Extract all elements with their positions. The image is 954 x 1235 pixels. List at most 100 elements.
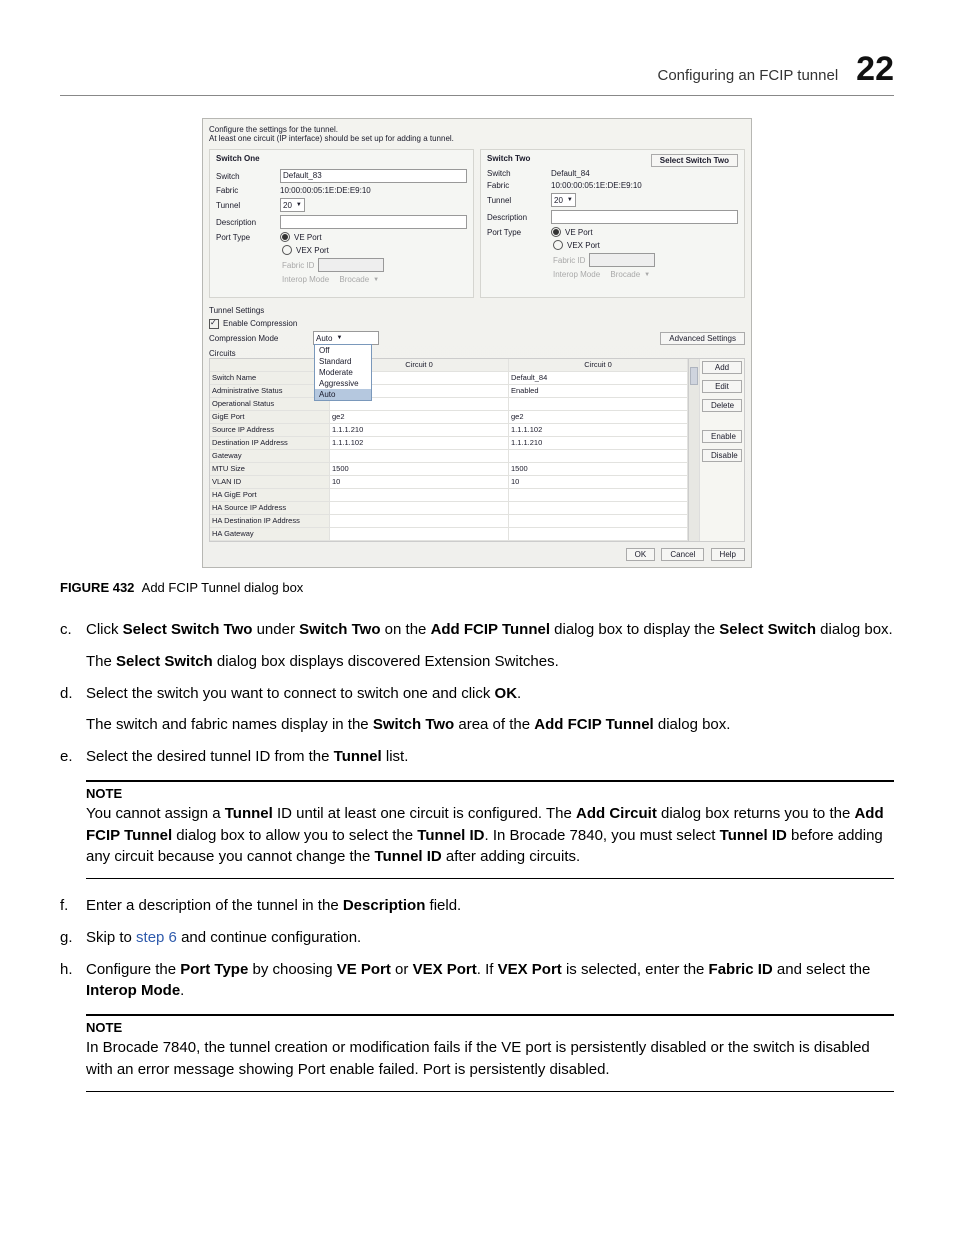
row-value — [330, 489, 509, 502]
help-button[interactable]: Help — [711, 548, 745, 561]
row-label: Destination IP Address — [210, 437, 330, 450]
row-value: 1.1.1.210 — [509, 437, 688, 450]
vex-port-radio[interactable] — [282, 245, 292, 255]
row-value — [509, 398, 688, 411]
row-value: ge2 — [330, 411, 509, 424]
row-value — [509, 489, 688, 502]
vex-port-radio-2[interactable] — [553, 240, 563, 250]
row-value — [330, 528, 509, 541]
row-label: MTU Size — [210, 463, 330, 476]
step6-link[interactable]: step 6 — [136, 929, 177, 946]
mode-option[interactable]: Off — [315, 345, 371, 356]
scrollbar-thumb[interactable] — [690, 367, 698, 385]
row-value: Enabled — [509, 385, 688, 398]
row-value: 10 — [509, 476, 688, 489]
disable-button[interactable]: Disable — [702, 449, 742, 462]
add-button[interactable]: Add — [702, 361, 742, 374]
row-value: ge2 — [509, 411, 688, 424]
switch-one-description-input[interactable] — [280, 215, 467, 229]
note-2: NOTE In Brocade 7840, the tunnel creatio… — [86, 1014, 894, 1092]
dialog-footer: OK Cancel Help — [209, 548, 745, 561]
mode-option[interactable]: Moderate — [315, 367, 371, 378]
row-value — [509, 515, 688, 528]
add-fcip-tunnel-dialog: Configure the settings for the tunnel. A… — [202, 118, 752, 568]
dialog-instructions: Configure the settings for the tunnel. A… — [209, 125, 745, 143]
table-row: Source IP Address1.1.1.2101.1.1.102 — [210, 424, 688, 437]
advanced-settings-button[interactable]: Advanced Settings — [660, 332, 745, 345]
chevron-down-icon: ▼ — [567, 197, 573, 203]
ve-port-radio[interactable] — [280, 232, 290, 242]
ve-port-radio-2[interactable] — [551, 227, 561, 237]
enable-compression-checkbox[interactable] — [209, 319, 219, 329]
step-marker: g. — [60, 927, 86, 949]
label-switch-2: Switch — [487, 169, 547, 178]
switch-two-description-input[interactable] — [551, 210, 738, 224]
row-value: Default_84 — [509, 372, 688, 385]
switch-columns: Switch One SwitchDefault_83 Fabric10:00:… — [209, 149, 745, 298]
switch-two-tunnel-select[interactable]: 20▼ — [551, 193, 576, 207]
row-label: GigE Port — [210, 411, 330, 424]
circuits-side-buttons: Add Edit Delete Enable Disable — [699, 359, 744, 541]
fabric-id-input-2 — [589, 253, 655, 267]
interop-value: Brocade — [339, 275, 369, 284]
row-label: HA Source IP Address — [210, 502, 330, 515]
chevron-down-icon: ▼ — [644, 272, 650, 278]
compression-mode-value: Auto — [316, 334, 332, 343]
fabric-id-label: Fabric ID — [282, 261, 314, 270]
row-value — [330, 515, 509, 528]
table-row: HA Destination IP Address — [210, 515, 688, 528]
select-switch-two-button[interactable]: Select Switch Two — [651, 154, 738, 167]
page-header: Configuring an FCIP tunnel 22 — [60, 50, 894, 96]
note-body: You cannot assign a Tunnel ID until at l… — [86, 803, 894, 868]
mode-option[interactable]: Auto — [315, 389, 371, 400]
step-text: Skip to step 6 and continue configuratio… — [86, 927, 894, 949]
chevron-down-icon: ▼ — [296, 202, 302, 208]
step-d-sub: The switch and fabric names display in t… — [86, 714, 894, 736]
table-row: MTU Size15001500 — [210, 463, 688, 476]
step-text: Click Select Switch Two under Switch Two… — [86, 619, 894, 641]
label-porttype-2: Port Type — [487, 228, 547, 237]
note-heading: NOTE — [86, 1020, 894, 1035]
interop-label: Interop Mode — [282, 275, 329, 284]
note-1: NOTE You cannot assign a Tunnel ID until… — [86, 780, 894, 879]
step-marker: d. — [60, 683, 86, 705]
row-value: 1500 — [509, 463, 688, 476]
chapter-number: 22 — [856, 50, 894, 89]
compression-mode-label: Compression Mode — [209, 334, 309, 343]
table-row: HA Gateway — [210, 528, 688, 541]
row-value: 1.1.1.210 — [330, 424, 509, 437]
vex-port-label: VEX Port — [296, 246, 329, 255]
switch-one-title: Switch One — [216, 154, 467, 163]
step-g: g. Skip to step 6 and continue configura… — [60, 927, 894, 949]
edit-button[interactable]: Edit — [702, 380, 742, 393]
step-marker: e. — [60, 746, 86, 768]
step-text: Select the desired tunnel ID from the Tu… — [86, 746, 894, 768]
delete-button[interactable]: Delete — [702, 399, 742, 412]
figure-number: FIGURE 432 — [60, 580, 134, 595]
switch-one-switch-input[interactable]: Default_83 — [280, 169, 467, 183]
header-title: Configuring an FCIP tunnel — [658, 67, 839, 84]
circuits-section: Circuits Circuit 0 Circuit 0 Switch Name… — [209, 349, 745, 542]
label-porttype: Port Type — [216, 233, 276, 242]
table-row: VLAN ID1010 — [210, 476, 688, 489]
row-label: Administrative Status — [210, 385, 330, 398]
mode-option[interactable]: Aggressive — [315, 378, 371, 389]
ve-port-label: VE Port — [294, 233, 322, 242]
cancel-button[interactable]: Cancel — [661, 548, 704, 561]
switch-one-tunnel-select[interactable]: 20▼ — [280, 198, 305, 212]
row-value — [330, 502, 509, 515]
row-value: 1500 — [330, 463, 509, 476]
table-row: Switch NameDefault_83Default_84 — [210, 372, 688, 385]
intro-line-2: At least one circuit (IP interface) shou… — [209, 134, 454, 143]
compression-mode-select[interactable]: Auto▼ Off Standard Moderate Aggressive A… — [313, 331, 379, 345]
switch-two-switch: Default_84 — [551, 169, 738, 178]
switch-one-panel: Switch One SwitchDefault_83 Fabric10:00:… — [209, 149, 474, 298]
tunnel-settings-section: Tunnel Settings Enable Compression Compr… — [209, 306, 745, 345]
enable-button[interactable]: Enable — [702, 430, 742, 443]
compression-mode-dropdown[interactable]: Off Standard Moderate Aggressive Auto — [314, 344, 372, 401]
label-tunnel-2: Tunnel — [487, 196, 547, 205]
scrollbar[interactable] — [688, 359, 699, 541]
mode-option[interactable]: Standard — [315, 356, 371, 367]
switch-one-fabric: 10:00:00:05:1E:DE:E9:10 — [280, 186, 467, 195]
ok-button[interactable]: OK — [626, 548, 656, 561]
